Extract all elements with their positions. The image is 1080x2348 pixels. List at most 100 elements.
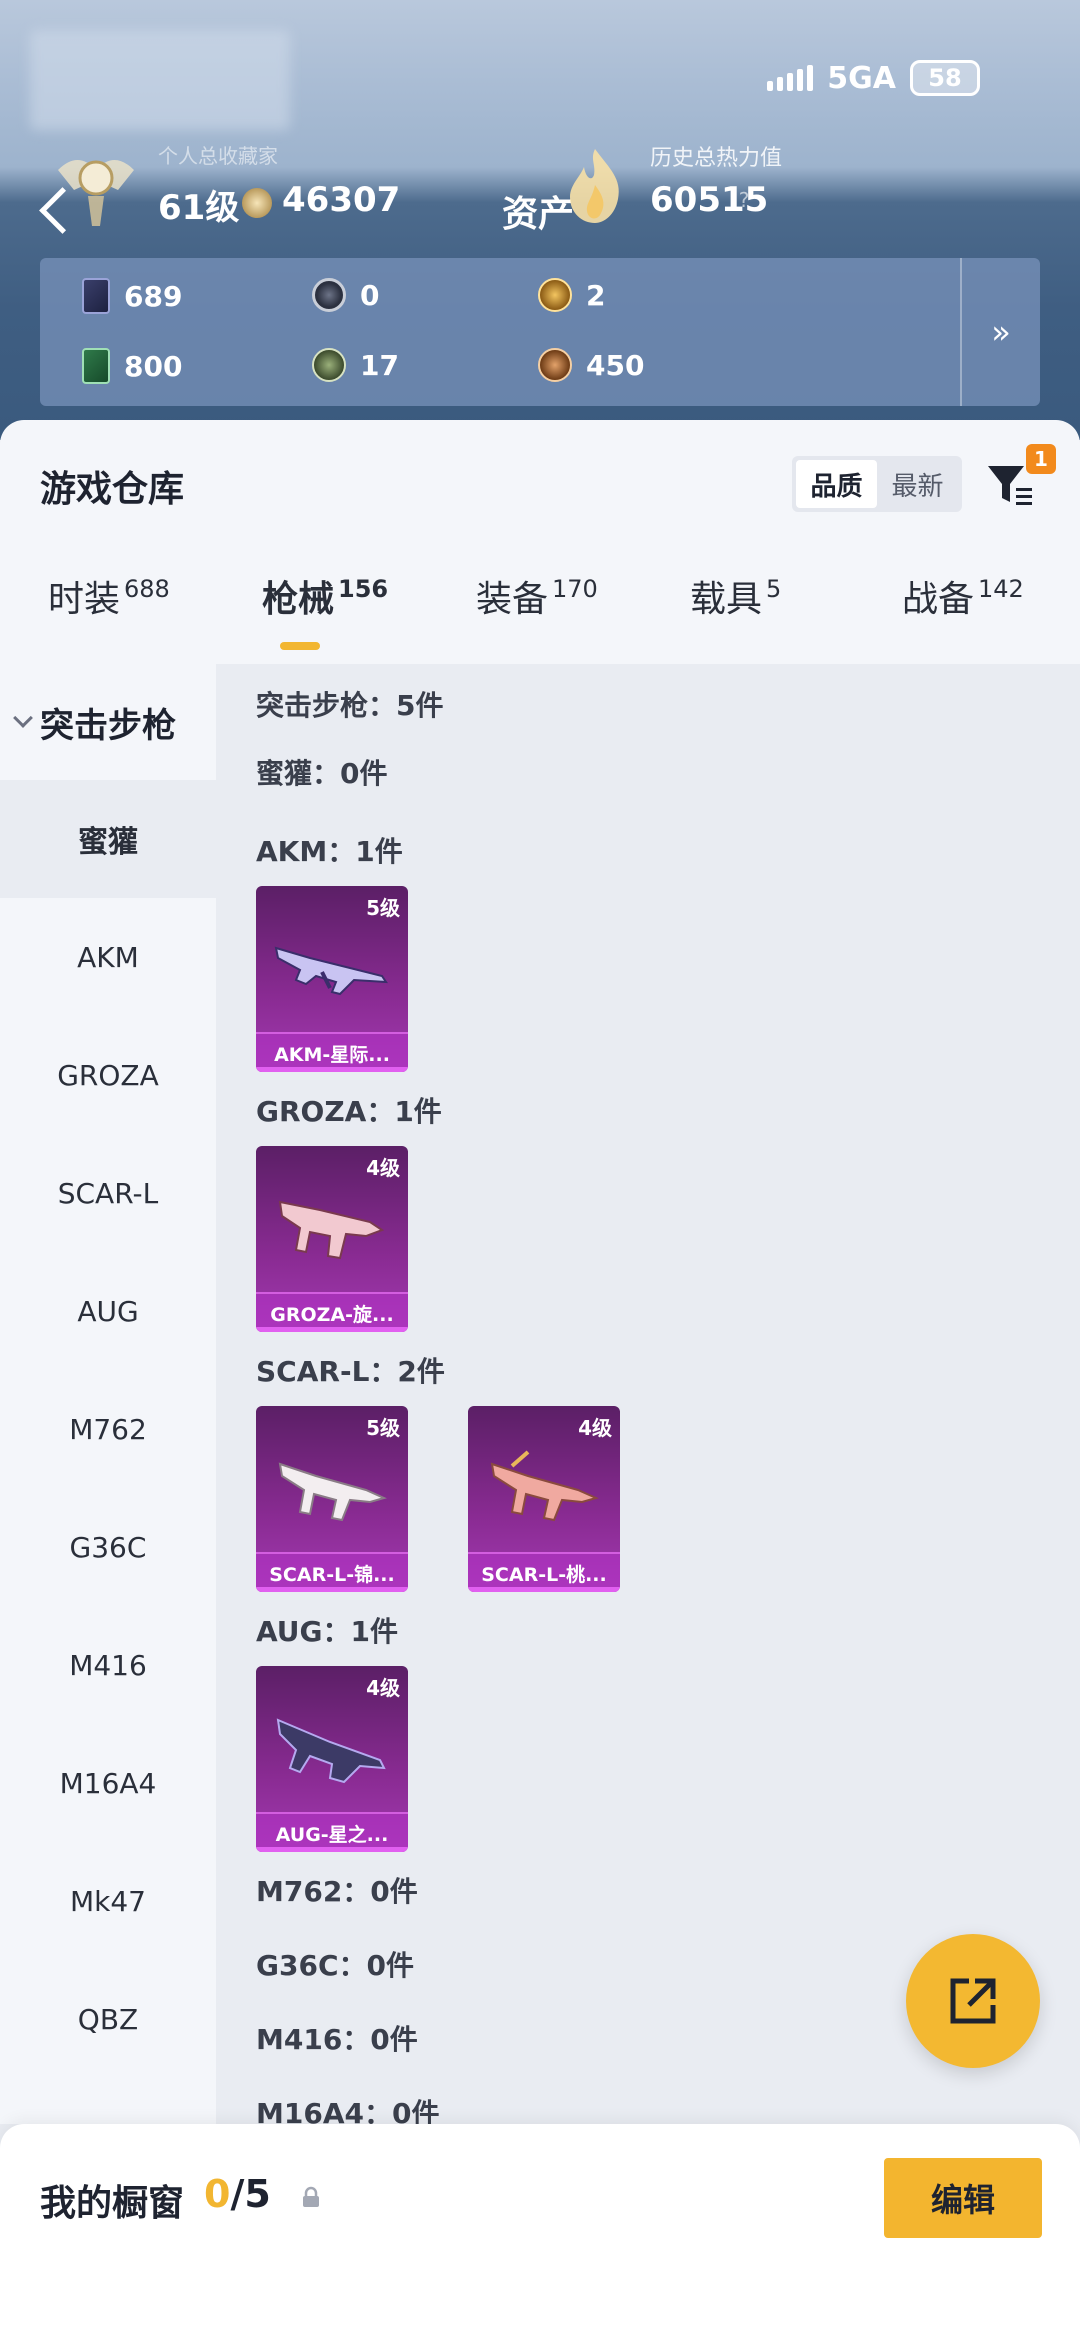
sidebar-item[interactable]: AKM <box>0 898 216 1016</box>
signal-icon <box>767 65 814 91</box>
sidebar-item[interactable]: G36C <box>0 1488 216 1606</box>
sort-toggle: 品质 最新 <box>792 456 962 512</box>
skin-name: GROZA-旋... <box>256 1292 408 1332</box>
tab-count: 142 <box>978 575 1024 603</box>
tab-equipment[interactable]: 装备 170 <box>476 570 598 622</box>
player-level: 61级 <box>158 188 240 228</box>
skin-grade: 5级 <box>366 1416 400 1440</box>
ring-coin-icon <box>312 278 346 312</box>
category-tabs: 时装 688 枪械 156 装备 170 载具 5 战备 142 <box>0 570 1080 660</box>
section-label: 蜜獾：0件 <box>256 757 388 790</box>
battery-icon: 58 <box>910 60 980 96</box>
gold-coin-icon <box>538 278 572 312</box>
category-summary: 突击步枪：5件 <box>256 689 444 722</box>
currency-item: 800 <box>82 348 182 384</box>
coin-icon <box>242 188 272 218</box>
sidebar-item[interactable]: Mk47 <box>0 1842 216 1960</box>
sidebar-group-label: 突击步枪 <box>40 705 176 746</box>
tab-label: 装备 <box>476 579 549 620</box>
tab-label: 战备 <box>902 579 975 620</box>
skin-card[interactable]: 5级 SCAR-L-锦... <box>256 1406 408 1592</box>
section-label: GROZA：1件 <box>256 1095 442 1128</box>
showcase-current: 0 <box>204 2172 231 2216</box>
skin-card[interactable]: 4级 GROZA-旋... <box>256 1146 408 1332</box>
tab-label: 枪械 <box>262 579 335 620</box>
sort-newest-option[interactable]: 最新 <box>877 460 958 508</box>
currency-item: 17 <box>312 348 399 382</box>
share-icon <box>950 1978 996 2024</box>
tab-fashion[interactable]: 时装 688 <box>48 570 170 622</box>
edit-button[interactable]: 编辑 <box>884 2158 1042 2238</box>
sidebar-item[interactable]: SCAR-L <box>0 1134 216 1252</box>
sidebar-group-assault-rifles[interactable]: 突击步枪 <box>0 664 216 780</box>
share-button[interactable] <box>906 1934 1040 2068</box>
showcase-bar: 我的橱窗 0/5 编辑 <box>0 2124 1080 2348</box>
rifle-icon <box>278 1462 387 1522</box>
currency-item: 2 <box>538 278 605 312</box>
skin-card[interactable]: 4级 SCAR-L-桃... <box>468 1406 620 1592</box>
flame-icon <box>570 149 619 223</box>
double-chevron-right-icon: » <box>991 313 1011 351</box>
green-card-icon <box>82 348 110 384</box>
currency-panel: 689 0 2 800 17 450 » <box>40 258 1040 406</box>
skin-grade: 4级 <box>578 1416 612 1440</box>
tab-label: 载具 <box>690 579 763 620</box>
sidebar-item[interactable]: M416 <box>0 1606 216 1724</box>
tab-count: 5 <box>766 575 782 603</box>
skin-name: SCAR-L-锦... <box>256 1552 408 1592</box>
sort-quality-option[interactable]: 品质 <box>796 460 877 508</box>
currency-item: 689 <box>82 278 182 314</box>
back-button[interactable] <box>32 180 76 240</box>
tab-count: 170 <box>552 575 598 603</box>
section-label: M762：0件 <box>256 1875 418 1908</box>
heat-label: 历史总热力值 <box>650 146 783 171</box>
rifle-icon <box>490 1450 599 1522</box>
currency-value: 450 <box>586 348 645 382</box>
tab-guns[interactable]: 枪械 156 <box>262 570 388 622</box>
profile-header: 5GA 58 个人总收藏家 61级 46307 资产 历史总热力值 60515 … <box>0 0 1080 440</box>
tab-vehicles[interactable]: 载具 5 <box>690 570 781 622</box>
battery-level: 58 <box>928 64 962 92</box>
rifle-icon <box>278 1200 385 1260</box>
sidebar-item[interactable]: AUG <box>0 1252 216 1370</box>
skin-card[interactable]: 5级 AKM-星际... <box>256 886 408 1072</box>
currency-item: 0 <box>312 278 379 312</box>
weapon-sidebar: 突击步枪 蜜獾 AKM GROZA SCAR-L AUG M762 G36C M… <box>0 664 216 2124</box>
coin-balance: 46307 <box>282 180 401 220</box>
skin-name: AUG-星之... <box>256 1812 408 1852</box>
skin-grade: 4级 <box>366 1156 400 1180</box>
section-label: M16A4：0件 <box>256 2097 440 2124</box>
sidebar-item[interactable]: QBZ <box>0 1960 216 2078</box>
help-icon[interactable]: ? <box>730 186 758 214</box>
currency-value: 17 <box>360 348 399 382</box>
sidebar-item[interactable]: GROZA <box>0 1016 216 1134</box>
tab-supplies[interactable]: 战备 142 <box>902 570 1024 622</box>
showcase-label: 我的橱窗 <box>40 2183 185 2224</box>
olive-coin-icon <box>312 348 346 382</box>
sidebar-item[interactable]: 蜜獾 <box>0 780 216 898</box>
section-label: AKM：1件 <box>256 835 403 868</box>
skin-card[interactable]: 4级 AUG-星之... <box>256 1666 408 1852</box>
skin-grade: 4级 <box>366 1676 400 1700</box>
currency-value: 0 <box>360 278 380 312</box>
currency-value: 689 <box>124 279 183 313</box>
section-label: M416：0件 <box>256 2023 418 2056</box>
active-tab-indicator <box>280 642 320 650</box>
showcase-count: 0/5 <box>204 2172 271 2216</box>
skin-grade: 5级 <box>366 896 400 920</box>
lock-icon <box>303 2186 319 2207</box>
currency-more-button[interactable]: » <box>960 258 1040 406</box>
currency-item: 450 <box>538 348 644 382</box>
skin-name: SCAR-L-桃... <box>468 1552 620 1592</box>
sidebar-item[interactable]: M16A4 <box>0 1724 216 1842</box>
blurred-region <box>30 30 290 130</box>
collection-label: 个人总收藏家 <box>158 144 278 168</box>
tab-count: 156 <box>338 575 389 603</box>
weapon-content: 突击步枪：5件 蜜獾：0件 AKM：1件 5级 AKM-星际... GROZA：… <box>216 664 1080 2124</box>
sidebar-item[interactable]: M762 <box>0 1370 216 1488</box>
warehouse-title: 游戏仓库 <box>40 469 185 510</box>
section-label: AUG：1件 <box>256 1615 399 1648</box>
showcase-total: /5 <box>230 2172 271 2216</box>
network-type: 5GA <box>827 60 896 96</box>
card-icon <box>82 278 110 314</box>
